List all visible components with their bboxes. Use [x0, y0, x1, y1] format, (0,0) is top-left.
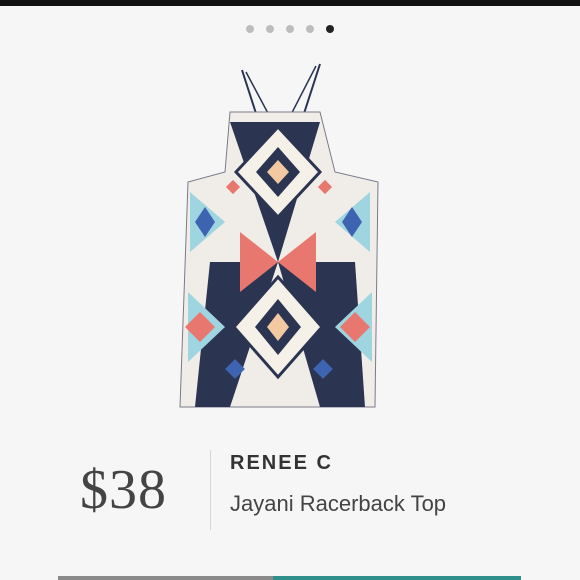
carousel-dot[interactable]: [266, 25, 274, 33]
carousel-dot[interactable]: [306, 25, 314, 33]
product-name: Jayani Racerback Top: [230, 491, 447, 516]
carousel-dot[interactable]: [286, 25, 294, 33]
carousel-dot[interactable]: [246, 25, 254, 33]
top-bar: [0, 0, 580, 6]
carousel-dot-active[interactable]: [326, 25, 334, 33]
bottom-divider: [58, 576, 273, 580]
bottom-accent-bar: [273, 576, 521, 580]
divider: [210, 450, 211, 530]
carousel-dots: [0, 25, 580, 33]
brand-name: RENEE C: [230, 452, 333, 474]
price: $38: [80, 459, 167, 521]
racerback-top-image: [179, 63, 379, 408]
